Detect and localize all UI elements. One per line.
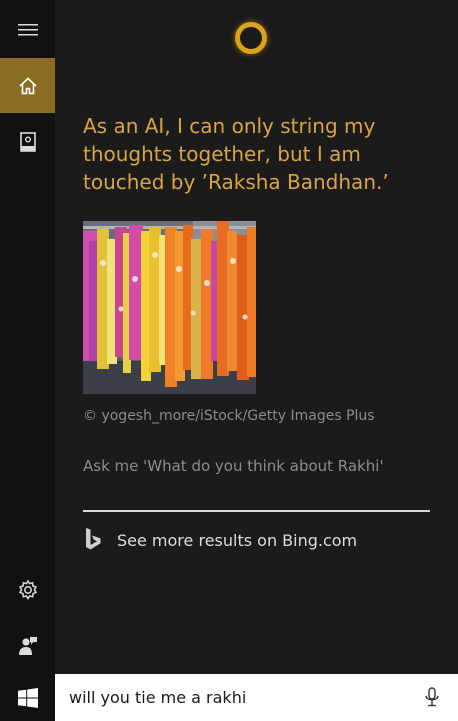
sidebar-item-notebook[interactable] [0, 114, 55, 169]
suggestion-text: Ask me 'What do you think about Rakhi' [83, 457, 384, 475]
notebook-icon [19, 131, 36, 152]
windows-logo-icon [17, 687, 38, 708]
feedback-button[interactable] [0, 618, 55, 673]
settings-button[interactable] [0, 562, 55, 617]
feedback-icon [18, 636, 37, 655]
cortana-window: As an AI, I can only string my thoughts … [0, 0, 458, 721]
divider [83, 510, 430, 512]
rakhi-image[interactable] [83, 221, 256, 394]
sidebar-item-home[interactable] [0, 58, 55, 113]
microphone-button[interactable] [420, 686, 444, 710]
home-icon [18, 76, 37, 94]
bing-results-link[interactable]: See more results on Bing.com [83, 523, 430, 557]
search-input[interactable] [55, 674, 405, 721]
sidebar [0, 0, 55, 674]
rakhi-photo-graphic [83, 221, 256, 394]
gear-icon [18, 579, 37, 600]
cortana-answer-text: As an AI, I can only string my thoughts … [83, 114, 389, 194]
hamburger-menu-icon [17, 23, 38, 35]
main-panel: As an AI, I can only string my thoughts … [55, 0, 458, 674]
bing-icon [86, 528, 101, 550]
cortana-ring-icon [235, 22, 267, 54]
bing-link-label: See more results on Bing.com [117, 530, 358, 550]
image-credit: © yogesh_more/iStock/Getty Images Plus [83, 408, 375, 424]
start-button[interactable] [0, 674, 55, 721]
microphone-icon [425, 687, 439, 707]
taskbar [0, 674, 458, 721]
hamburger-menu-button[interactable] [0, 2, 55, 57]
